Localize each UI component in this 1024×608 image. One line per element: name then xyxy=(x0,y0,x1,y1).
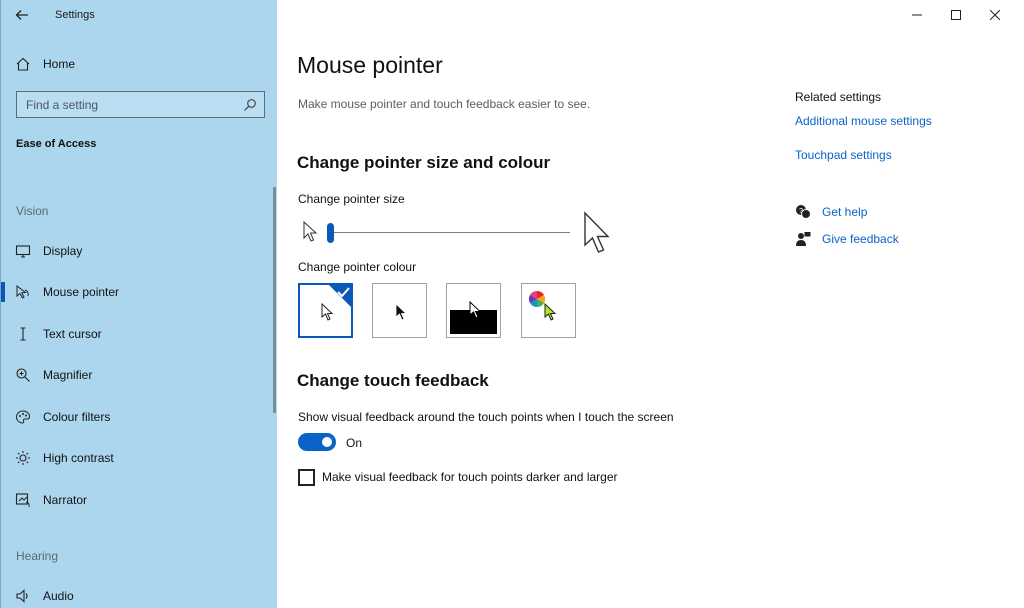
give-feedback-icon xyxy=(796,232,811,246)
large-pointer-icon xyxy=(584,211,610,253)
window-controls xyxy=(894,0,1024,30)
search-icon xyxy=(244,99,256,111)
sidebar-item-home[interactable]: Home xyxy=(1,50,278,78)
related-settings-title: Related settings xyxy=(795,90,882,104)
black-pointer-icon xyxy=(395,303,408,321)
sidebar-scrollbar[interactable] xyxy=(273,187,276,413)
pointer-section-heading: Change pointer size and colour xyxy=(297,153,551,172)
slider-track xyxy=(327,232,570,233)
touch-feedback-toggle[interactable] xyxy=(298,433,336,451)
high-contrast-icon xyxy=(16,451,30,465)
page-description: Make mouse pointer and touch feedback ea… xyxy=(298,97,591,111)
group-label-hearing: Hearing xyxy=(16,549,59,563)
sidebar-item-audio[interactable]: Audio xyxy=(1,580,271,608)
sidebar-item-label: Narrator xyxy=(43,493,88,507)
additional-mouse-settings-link[interactable]: Additional mouse settings xyxy=(795,114,932,128)
back-arrow-icon xyxy=(15,10,28,20)
sidebar-item-label: Home xyxy=(43,57,76,71)
pointer-colour-label: Change pointer colour xyxy=(298,260,417,274)
close-button[interactable] xyxy=(976,0,1014,30)
pointer-colour-custom[interactable] xyxy=(521,283,576,338)
app-title: Settings xyxy=(55,9,95,21)
get-help-icon: ? xyxy=(796,205,811,219)
audio-icon xyxy=(16,589,28,603)
sidebar-item-label: Magnifier xyxy=(43,368,93,382)
small-pointer-icon xyxy=(303,221,318,242)
toggle-state-label: On xyxy=(346,436,363,450)
sidebar-item-label: Text cursor xyxy=(43,327,102,341)
text-cursor-icon xyxy=(20,327,26,341)
sidebar-item-magnifier[interactable]: Magnifier xyxy=(1,359,271,391)
sidebar-item-label: Audio xyxy=(43,589,74,603)
maximize-icon xyxy=(951,10,961,20)
darker-feedback-label: Make visual feedback for touch points da… xyxy=(322,470,618,484)
sidebar-item-high-contrast[interactable]: High contrast xyxy=(1,442,271,474)
sidebar-item-label: Display xyxy=(43,244,83,258)
toggle-knob xyxy=(322,437,332,447)
sidebar-item-text-cursor[interactable]: Text cursor xyxy=(1,318,271,350)
pointer-size-label: Change pointer size xyxy=(298,192,405,206)
touchpad-settings-link[interactable]: Touchpad settings xyxy=(795,148,892,162)
sidebar-item-colour-filters[interactable]: Colour filters xyxy=(1,401,271,433)
colour-filters-icon xyxy=(15,410,31,424)
darker-feedback-checkbox[interactable] xyxy=(298,469,315,486)
sidebar-item-label: Mouse pointer xyxy=(43,285,120,299)
give-feedback-link[interactable]: Give feedback xyxy=(822,232,899,246)
sidebar-item-mouse-pointer[interactable]: Mouse pointer xyxy=(1,276,271,308)
back-button[interactable] xyxy=(11,6,33,24)
touch-feedback-label: Show visual feedback around the touch po… xyxy=(298,410,674,424)
sidebar-item-label: Colour filters xyxy=(43,410,111,424)
narrator-icon xyxy=(15,493,30,508)
slider-thumb[interactable] xyxy=(327,223,334,243)
group-label-vision: Vision xyxy=(16,204,49,218)
pointer-size-slider[interactable] xyxy=(327,221,570,245)
sidebar-item-narrator[interactable]: Narrator xyxy=(1,484,271,516)
display-icon xyxy=(15,245,31,258)
maximize-button[interactable] xyxy=(937,0,975,30)
search-placeholder: Find a setting xyxy=(26,98,99,112)
inverted-pointer-icon xyxy=(469,301,482,319)
search-input[interactable]: Find a setting xyxy=(16,91,265,118)
touch-section-heading: Change touch feedback xyxy=(297,371,489,390)
pointer-colour-inverted[interactable] xyxy=(446,283,501,338)
close-icon xyxy=(990,10,1000,20)
page-title: Mouse pointer xyxy=(297,52,443,78)
home-icon xyxy=(16,57,30,71)
sidebar-titlebar: Settings xyxy=(1,0,278,30)
svg-text:?: ? xyxy=(799,208,803,215)
sidebar-item-display[interactable]: Display xyxy=(1,235,271,267)
minimize-icon xyxy=(912,14,922,16)
get-help-link[interactable]: Get help xyxy=(822,205,867,219)
custom-pointer-icon xyxy=(544,303,557,321)
magnifier-icon xyxy=(16,368,30,382)
pointer-colour-black[interactable] xyxy=(372,283,427,338)
minimize-button[interactable] xyxy=(898,0,936,30)
sidebar: Settings Home Find a setting Ease of Acc… xyxy=(0,0,277,608)
white-pointer-icon xyxy=(321,303,334,321)
section-title: Ease of Access xyxy=(16,138,97,150)
sidebar-item-label: High contrast xyxy=(43,451,114,465)
pointer-colour-white[interactable] xyxy=(298,283,353,338)
mouse-pointer-icon xyxy=(16,284,29,299)
selection-indicator xyxy=(1,282,5,302)
